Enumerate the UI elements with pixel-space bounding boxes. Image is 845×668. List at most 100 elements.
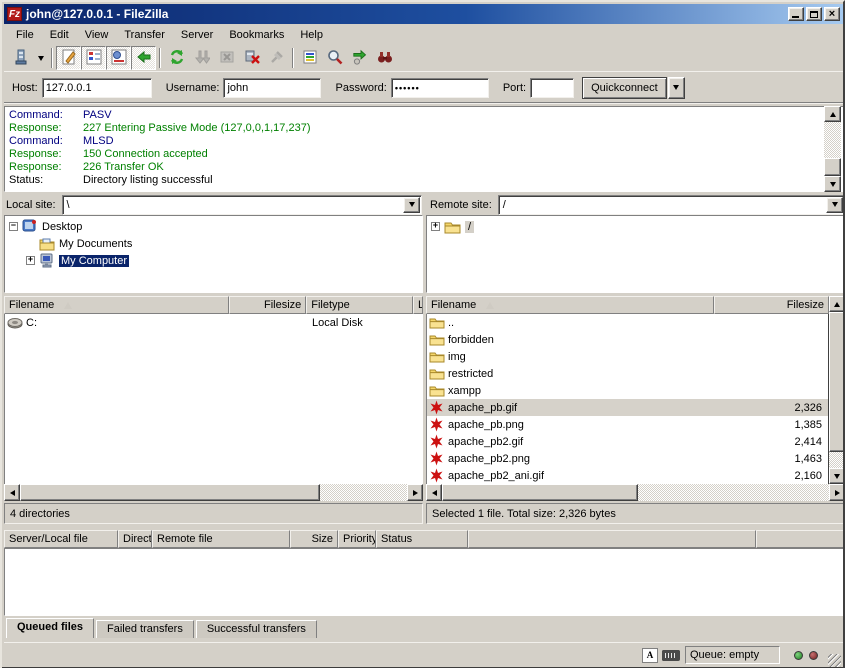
file-row[interactable]: apache_pb2.gif2,414 [427, 433, 828, 450]
title-bar[interactable]: Fz john@127.0.0.1 - FileZilla × [4, 4, 843, 24]
remote-site-combobox[interactable]: / [498, 195, 845, 215]
site-manager-dropdown-button[interactable] [33, 46, 48, 70]
menu-file[interactable]: File [8, 27, 42, 43]
scroll-right-button[interactable] [407, 484, 423, 501]
directory-comparison-button[interactable] [372, 46, 397, 70]
file-row[interactable]: restricted [427, 365, 828, 382]
toggle-local-tree-button[interactable] [81, 46, 106, 70]
disconnect-button[interactable] [239, 46, 264, 70]
file-name: apache_pb2.gif [448, 436, 523, 448]
column-header-remote-file[interactable]: Remote file [152, 530, 290, 548]
column-header-filesize[interactable]: Filesize [229, 296, 306, 314]
quickconnect-dropdown-button[interactable] [668, 77, 685, 99]
host-input[interactable] [42, 78, 152, 98]
message-log-scrollbar[interactable] [824, 106, 841, 192]
scrollbar-thumb[interactable] [20, 484, 320, 501]
column-header-filename[interactable]: Filename [426, 296, 714, 314]
column-header-filetype[interactable]: Filetype [306, 296, 413, 314]
scrollbar-track[interactable] [829, 452, 845, 468]
local-site-combobox[interactable]: \ [62, 195, 422, 215]
menu-edit[interactable]: Edit [42, 27, 77, 43]
toggle-transfer-queue-button[interactable] [131, 46, 156, 70]
image-file-icon [429, 451, 445, 466]
transfer-queue-icon [136, 49, 152, 68]
file-row[interactable]: img [427, 348, 828, 365]
column-header-filename[interactable]: Filename [4, 296, 229, 314]
column-header-priority[interactable]: Priority [338, 530, 376, 548]
tree-item-my-computer[interactable]: + My Computer [5, 252, 422, 269]
refresh-button[interactable] [164, 46, 189, 70]
tab-successful-transfers[interactable]: Successful transfers [196, 620, 317, 638]
remote-list-vertical-scrollbar[interactable] [829, 296, 845, 484]
log-line: Command:MLSD [9, 135, 824, 148]
tree-item-root[interactable]: + / [427, 218, 844, 235]
scroll-up-button[interactable] [829, 296, 845, 312]
scrollbar-track[interactable] [320, 484, 407, 501]
remote-site-dropdown-button[interactable] [826, 197, 843, 213]
speed-limit-badge-icon[interactable] [662, 650, 680, 661]
local-site-bar: Local site: \ [6, 194, 422, 215]
close-button[interactable]: × [824, 7, 840, 21]
minimize-button[interactable] [788, 7, 804, 21]
menu-help[interactable]: Help [292, 27, 331, 43]
file-row[interactable]: xampp [427, 382, 828, 399]
tree-item-my-documents[interactable]: My Documents [5, 235, 422, 252]
password-input[interactable] [391, 78, 489, 98]
scrollbar-track[interactable] [638, 484, 829, 501]
file-row[interactable]: forbidden [427, 331, 828, 348]
reconnect-button[interactable] [264, 46, 289, 70]
file-search-button[interactable] [322, 46, 347, 70]
local-site-dropdown-button[interactable] [403, 197, 420, 213]
port-input[interactable] [530, 78, 574, 98]
log-line: Response:150 Connection accepted [9, 148, 824, 161]
scroll-down-button[interactable] [829, 468, 845, 484]
directory-listing-filters-button[interactable] [297, 46, 322, 70]
tab-queued-files[interactable]: Queued files [6, 618, 94, 638]
site-manager-button[interactable] [8, 46, 33, 70]
file-row-c-drive[interactable]: C: Local Disk [5, 314, 423, 331]
resize-grip[interactable] [828, 654, 841, 667]
menu-bookmarks[interactable]: Bookmarks [221, 27, 292, 43]
scroll-right-button[interactable] [829, 484, 845, 501]
scroll-up-button[interactable] [824, 106, 841, 122]
collapse-icon[interactable]: − [9, 222, 18, 231]
transfer-type-ascii-icon[interactable]: A [642, 648, 658, 663]
tree-item-desktop[interactable]: − Desktop [5, 218, 422, 235]
tab-failed-transfers[interactable]: Failed transfers [96, 620, 194, 638]
column-header-direction[interactable]: Directi... [118, 530, 152, 548]
menu-view[interactable]: View [77, 27, 117, 43]
column-header-lastmodified[interactable]: L [413, 296, 423, 314]
file-row[interactable]: .. [427, 314, 828, 331]
column-header-filesize[interactable]: Filesize [714, 296, 829, 314]
maximize-button[interactable] [806, 7, 822, 21]
menu-server[interactable]: Server [173, 27, 221, 43]
toggle-remote-tree-button[interactable] [106, 46, 131, 70]
remote-list-horizontal-scrollbar[interactable] [426, 484, 845, 501]
quickconnect-button[interactable]: Quickconnect [582, 77, 667, 99]
expand-icon[interactable]: + [26, 256, 35, 265]
menu-transfer[interactable]: Transfer [116, 27, 173, 43]
cancel-operation-button[interactable] [214, 46, 239, 70]
scrollbar-thumb[interactable] [824, 158, 841, 176]
column-header-size[interactable]: Size [290, 530, 338, 548]
username-input[interactable] [223, 78, 321, 98]
process-queue-button[interactable] [189, 46, 214, 70]
synchronized-browsing-button[interactable] [347, 46, 372, 70]
toggle-message-log-button[interactable] [56, 46, 81, 70]
scrollbar-track[interactable] [824, 122, 841, 158]
column-header-server-local-file[interactable]: Server/Local file [4, 530, 118, 548]
scroll-left-button[interactable] [4, 484, 20, 501]
file-row[interactable]: apache_pb2_ani.gif2,160 [427, 467, 828, 484]
local-list-horizontal-scrollbar[interactable] [4, 484, 423, 501]
scrollbar-thumb[interactable] [442, 484, 638, 501]
expand-icon[interactable]: + [431, 222, 440, 231]
queue-list[interactable] [4, 548, 845, 616]
file-row[interactable]: apache_pb2.png1,463 [427, 450, 828, 467]
scroll-left-button[interactable] [426, 484, 442, 501]
scrollbar-thumb[interactable] [829, 312, 845, 452]
file-name: apache_pb.gif [448, 402, 517, 414]
scroll-down-button[interactable] [824, 176, 841, 192]
column-header-status[interactable]: Status [376, 530, 468, 548]
file-row-selected[interactable]: apache_pb.gif2,326 [427, 399, 828, 416]
file-row[interactable]: apache_pb.png1,385 [427, 416, 828, 433]
